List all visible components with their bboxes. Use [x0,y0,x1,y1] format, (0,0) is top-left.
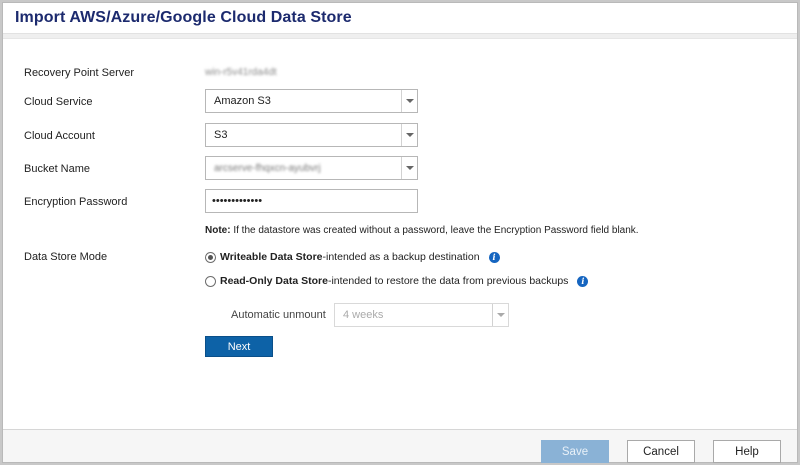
read-only-desc: -intended to restore the data from previ… [327,275,569,287]
writeable-title: Writeable Data Store [220,251,323,263]
cloud-service-value: Amazon S3 [214,95,271,107]
recovery-point-server-label: Recovery Point Server [24,67,135,79]
note-prefix: Note: [205,225,231,236]
dialog-title: Import AWS/Azure/Google Cloud Data Store [15,9,352,26]
title-divider [3,33,797,39]
cloud-service-select[interactable]: Amazon S3 [205,89,418,113]
cancel-button[interactable]: Cancel [627,440,695,463]
import-cloud-datastore-dialog: Import AWS/Azure/Google Cloud Data Store… [2,2,798,463]
read-only-radio[interactable] [205,275,216,287]
chevron-down-icon[interactable] [401,157,417,179]
help-button[interactable]: Help [713,440,781,463]
automatic-unmount-label: Automatic unmount [231,309,326,321]
next-button[interactable]: Next [205,336,273,357]
writeable-radio[interactable] [205,251,216,263]
writeable-data-store-option[interactable]: Writeable Data Store -intended as a backu… [205,251,500,263]
cloud-service-label: Cloud Service [24,96,93,108]
read-only-data-store-option[interactable]: Read-Only Data Store -intended to restore… [205,275,589,287]
bucket-name-value: arcserve-fhqxcn-ayubvrj [214,162,321,174]
chevron-down-icon[interactable] [401,124,417,146]
recovery-point-server-value: win-r5v41rda4dt [205,67,277,78]
chevron-down-icon[interactable] [401,90,417,112]
cloud-account-select[interactable]: S3 [205,123,418,147]
info-icon[interactable]: i [577,275,589,287]
info-icon[interactable]: i [488,251,500,263]
data-store-mode-label: Data Store Mode [24,251,108,263]
bucket-name-label: Bucket Name [24,163,91,175]
read-only-title: Read-Only Data Store [220,275,328,287]
note-text: If the datastore was created without a p… [230,225,639,236]
encryption-note: Note: If the datastore was created witho… [205,225,639,236]
encryption-password-label: Encryption Password [24,196,128,208]
dialog-title-bar: Import AWS/Azure/Google Cloud Data Store [3,3,797,33]
cloud-account-label: Cloud Account [24,130,95,142]
bucket-name-select[interactable]: arcserve-fhqxcn-ayubvrj [205,156,418,180]
automatic-unmount-select: 4 weeks [334,303,509,327]
writeable-desc: -intended as a backup destination [322,251,480,263]
chevron-down-icon [492,304,508,326]
encryption-password-field[interactable] [205,189,418,213]
save-button[interactable]: Save [541,440,609,463]
automatic-unmount-value: 4 weeks [343,309,384,321]
cloud-account-value: S3 [214,129,228,141]
dialog-footer: Save Cancel Help [3,429,797,463]
